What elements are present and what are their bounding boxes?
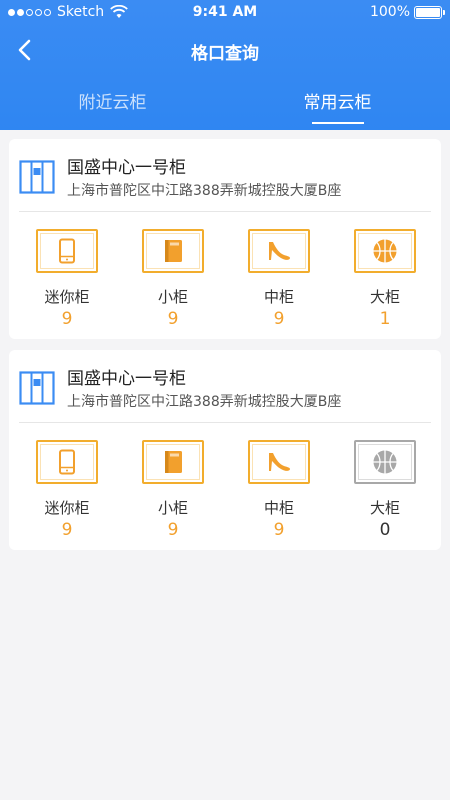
slot-count: 9 xyxy=(273,520,285,540)
slot-small[interactable]: 小柜 9 xyxy=(119,440,227,540)
slot-label: 大柜 xyxy=(369,288,400,306)
slot-icon-box xyxy=(248,440,310,484)
slot-icon-box xyxy=(248,229,310,273)
tab-nearby[interactable]: 附近云柜 xyxy=(0,88,225,113)
book-icon xyxy=(165,240,182,262)
slot-large[interactable]: 大柜 1 xyxy=(331,229,439,329)
tab-active-indicator xyxy=(312,122,364,124)
slot-icon-box xyxy=(36,440,98,484)
header: Sketch 9:41 AM 100% 格口查询 附近云柜 常用云柜 xyxy=(0,0,450,130)
slot-count: 9 xyxy=(167,520,179,540)
slot-mini[interactable]: 迷你柜 9 xyxy=(13,440,121,540)
locker-name: 国盛中心一号柜 xyxy=(67,369,186,389)
status-right: 100% xyxy=(369,4,445,20)
slot-medium[interactable]: 中柜 9 xyxy=(225,229,333,329)
tab-frequent[interactable]: 常用云柜 xyxy=(225,88,450,113)
basketball-icon xyxy=(373,450,397,474)
locker-card[interactable]: 国盛中心一号柜 上海市普陀区中江路388弄新城控股大厦B座 迷你柜 9 小柜 9… xyxy=(9,139,441,339)
battery-icon xyxy=(414,5,445,19)
slot-label: 迷你柜 xyxy=(44,499,90,517)
slot-small[interactable]: 小柜 9 xyxy=(119,229,227,329)
book-icon xyxy=(165,451,182,473)
slot-count: 9 xyxy=(167,309,179,329)
locker-icon xyxy=(19,371,55,405)
phone-icon xyxy=(59,449,75,475)
slot-row: 迷你柜 9 小柜 9 中柜 9 xyxy=(9,440,441,540)
page-title: 格口查询 xyxy=(191,44,259,64)
slot-icon-box xyxy=(354,440,416,484)
slot-count: 0 xyxy=(379,520,391,540)
locker-icon xyxy=(19,160,55,194)
locker-name: 国盛中心一号柜 xyxy=(67,158,186,178)
battery-percent: 100% xyxy=(369,4,410,20)
divider xyxy=(19,422,431,423)
slot-row: 迷你柜 9 小柜 9 中柜 9 xyxy=(9,229,441,329)
status-bar: Sketch 9:41 AM 100% xyxy=(0,0,450,24)
slot-icon-box xyxy=(36,229,98,273)
slot-count: 1 xyxy=(379,309,391,329)
locker-address: 上海市普陀区中江路388弄新城控股大厦B座 xyxy=(67,183,342,199)
slot-label: 迷你柜 xyxy=(44,288,90,306)
slot-count: 9 xyxy=(273,309,285,329)
basketball-icon xyxy=(373,239,397,263)
phone-icon xyxy=(59,238,75,264)
locker-address: 上海市普陀区中江路388弄新城控股大厦B座 xyxy=(67,394,342,410)
slot-icon-box xyxy=(354,229,416,273)
slot-label: 小柜 xyxy=(157,288,188,306)
divider xyxy=(19,211,431,212)
slot-label: 中柜 xyxy=(263,288,294,306)
slot-label: 大柜 xyxy=(369,499,400,517)
nav-bar: 格口查询 xyxy=(0,30,450,70)
tab-bar: 附近云柜 常用云柜 xyxy=(0,88,450,130)
slot-count: 9 xyxy=(61,520,73,540)
locker-card[interactable]: 国盛中心一号柜 上海市普陀区中江路388弄新城控股大厦B座 迷你柜 9 小柜 9… xyxy=(9,350,441,550)
slot-large[interactable]: 大柜 0 xyxy=(331,440,439,540)
high-heel-icon xyxy=(269,453,290,471)
slot-count: 9 xyxy=(61,309,73,329)
slot-mini[interactable]: 迷你柜 9 xyxy=(13,229,121,329)
slot-label: 小柜 xyxy=(157,499,188,517)
slot-icon-box xyxy=(142,229,204,273)
slot-label: 中柜 xyxy=(263,499,294,517)
slot-medium[interactable]: 中柜 9 xyxy=(225,440,333,540)
high-heel-icon xyxy=(269,242,290,260)
slot-icon-box xyxy=(142,440,204,484)
